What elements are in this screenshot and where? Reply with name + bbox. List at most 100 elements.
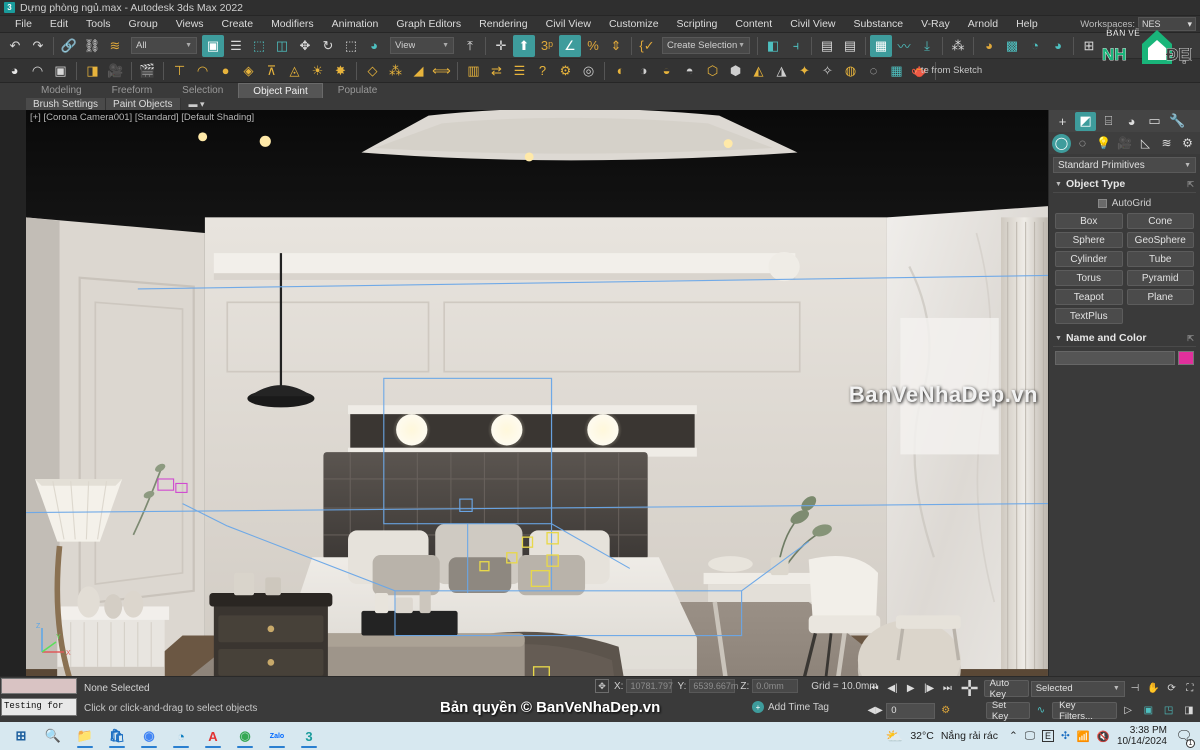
mirror-icon[interactable]: ◧ [762, 35, 784, 57]
corona-frame-buffer-icon[interactable]: ▣ [50, 60, 71, 81]
eset-icon[interactable]: E [1041, 730, 1054, 742]
coord-y[interactable]: Y: 6539.667m [677, 679, 738, 693]
maximize-viewport-icon[interactable]: ⛶ [1182, 680, 1198, 698]
menu-item-rendering[interactable]: Rendering [470, 17, 536, 31]
object-color-swatch[interactable] [1178, 351, 1194, 365]
weather-temp[interactable]: 32°C [910, 730, 933, 742]
corona-ies-light-icon[interactable]: ◈ [238, 60, 259, 81]
key-mode-dropdown[interactable]: Selected ▼ [1030, 680, 1125, 697]
add-time-tag-plus-icon[interactable]: ✛ [958, 675, 982, 703]
maxscript-mini-listener[interactable]: Testing for [0, 677, 78, 721]
orbit-icon[interactable]: ⟳ [1163, 680, 1179, 698]
coord-z-value[interactable]: 0.0mm [752, 679, 799, 693]
menu-item-file[interactable]: File [6, 17, 41, 31]
selection-filter-dropdown[interactable]: All ▼ [131, 37, 197, 54]
object-type-plane-button[interactable]: Plane [1126, 289, 1194, 305]
systems-icon[interactable]: ⚙ [1178, 134, 1197, 153]
chrome-browser-icon[interactable]: ◉ [136, 724, 162, 748]
shapes-icon[interactable]: ◌ [1073, 134, 1092, 153]
geometry-icon[interactable]: ◯ [1052, 133, 1071, 153]
go-to-start-icon[interactable]: ⏮ [866, 680, 882, 698]
object-type-textplus-button[interactable]: TextPlus [1055, 308, 1123, 324]
object-category-dropdown[interactable]: Standard Primitives ▼ [1053, 157, 1196, 173]
select-and-rotate-icon[interactable]: ↻ [317, 35, 339, 57]
pan-view-icon[interactable]: ✋ [1145, 680, 1161, 698]
time-configuration-icon[interactable]: ⚙ [937, 702, 955, 720]
coord-y-value[interactable]: 6539.667m [689, 679, 738, 693]
corona-bitmap-icon[interactable]: ▥ [463, 60, 484, 81]
plugin-icon-d[interactable]: ◓ [679, 60, 700, 81]
snaps-3d-icon[interactable]: 3ᵖ [536, 35, 558, 57]
plugin-icon-e[interactable]: ⬡ [702, 60, 723, 81]
object-type-torus-button[interactable]: Torus [1055, 270, 1123, 286]
auto-key-button[interactable]: Auto Key [983, 678, 1029, 700]
key-tangent-icon[interactable]: ∿ [1032, 702, 1050, 720]
object-name-input[interactable] [1055, 351, 1175, 365]
object-type-box-button[interactable]: Box [1055, 213, 1123, 229]
corona-vfb-icon[interactable]: ◠ [27, 60, 48, 81]
ribbon-tab-populate[interactable]: Populate [323, 83, 392, 98]
render-production-icon[interactable]: ◕ [1047, 35, 1069, 57]
maxscript-input[interactable] [1, 678, 77, 694]
select-and-manipulate-icon[interactable]: ✛ [490, 35, 512, 57]
file-explorer-icon[interactable]: 📁 [72, 724, 98, 748]
corona-light-icon[interactable]: ⊤ [169, 60, 190, 81]
edge-browser-icon[interactable]: ◔ [168, 724, 194, 748]
show-hidden-icons-icon[interactable]: ⌃ [1009, 730, 1018, 742]
create-icon[interactable]: + [1052, 112, 1073, 131]
select-and-link-icon[interactable]: 🔗 [58, 35, 80, 57]
layer-explorer-icon[interactable]: ▤ [816, 35, 838, 57]
create-selection-set-input[interactable]: Create Selection Se ▼ [662, 37, 750, 54]
menu-item-group[interactable]: Group [120, 17, 167, 31]
viewport-label[interactable]: [+] [Corona Camera001] [Standard] [Defau… [30, 112, 254, 123]
plugin-icon-i[interactable]: ✦ [794, 60, 815, 81]
corona-converter-icon[interactable]: ⇄ [486, 60, 507, 81]
angle-snap-toggle-icon[interactable]: ∠ [559, 34, 581, 57]
key-filters-button[interactable]: Key Filters... [1052, 700, 1117, 722]
key-mode-toggle-icon[interactable]: ◀▶ [866, 702, 884, 720]
material-editor-icon[interactable]: ◕ [978, 35, 1000, 57]
display-icon[interactable]: ▭ [1144, 112, 1165, 131]
object-type-cone-button[interactable]: Cone [1126, 213, 1194, 229]
object-type-teapot-button[interactable]: Teapot [1055, 289, 1123, 305]
align-icon[interactable]: ⫞ [785, 35, 807, 57]
select-by-name-icon[interactable]: ☰ [225, 35, 247, 57]
zoom-icon[interactable]: ▷ [1119, 702, 1137, 720]
reference-coordinate-system-dropdown[interactable]: View ▼ [390, 37, 454, 54]
next-frame-icon[interactable]: |▶ [921, 680, 937, 698]
maxscript-output[interactable]: Testing for [1, 698, 77, 716]
plugin-icon-l[interactable]: ◌ [863, 60, 884, 81]
corona-sky-icon[interactable]: ✸ [330, 60, 351, 81]
microsoft-store-icon[interactable]: 🛍 [104, 724, 130, 748]
absolute-relative-toggle-icon[interactable]: ✥ [595, 679, 609, 693]
menu-item-v-ray[interactable]: V-Ray [912, 17, 959, 31]
notification-center-icon[interactable]: 🗨 1 [1174, 726, 1195, 748]
menu-item-customize[interactable]: Customize [600, 17, 668, 31]
menu-item-substance[interactable]: Substance [845, 17, 913, 31]
project-folder-icon[interactable]: ⤓ [916, 35, 938, 57]
corona-renderer-icon[interactable]: ◕ [4, 60, 25, 81]
material-explorer-icon[interactable]: ⁂ [947, 35, 969, 57]
autodesk-app-icon[interactable]: A [200, 724, 226, 748]
object-type-header[interactable]: ▼ Object Type ⇱ [1053, 176, 1196, 193]
plugin-icon-b[interactable]: ◑ [633, 60, 654, 81]
helpers-icon[interactable]: ◺ [1136, 134, 1155, 153]
weather-desc[interactable]: Nắng rải rác [941, 730, 998, 742]
redo-button[interactable]: ↷ [27, 35, 49, 57]
object-type-sphere-button[interactable]: Sphere [1055, 232, 1123, 248]
plugin-icon-h[interactable]: ◮ [771, 60, 792, 81]
menu-item-tools[interactable]: Tools [77, 17, 120, 31]
volume-muted-icon[interactable]: 🔇 [1097, 730, 1110, 743]
coord-z[interactable]: Z: 0.0mm [740, 679, 799, 693]
menu-item-views[interactable]: Views [167, 17, 213, 31]
schematic-view-icon[interactable]: 〰 [893, 35, 915, 57]
motion-icon[interactable]: ◕ [1121, 112, 1142, 131]
undo-button[interactable]: ↶ [4, 35, 26, 57]
window-crossing-toggle-icon[interactable]: ◫ [271, 35, 293, 57]
plugin-icon-c[interactable]: ◒ [656, 60, 677, 81]
set-key-button[interactable]: Set Key [985, 700, 1030, 722]
select-and-scale-icon[interactable]: ⬚ [340, 35, 362, 57]
zoom-extents-icon[interactable]: ◳ [1159, 702, 1177, 720]
play-animation-icon[interactable]: ▶ [903, 680, 919, 698]
select-object-nav-icon[interactable]: ⊣ [1127, 680, 1143, 698]
